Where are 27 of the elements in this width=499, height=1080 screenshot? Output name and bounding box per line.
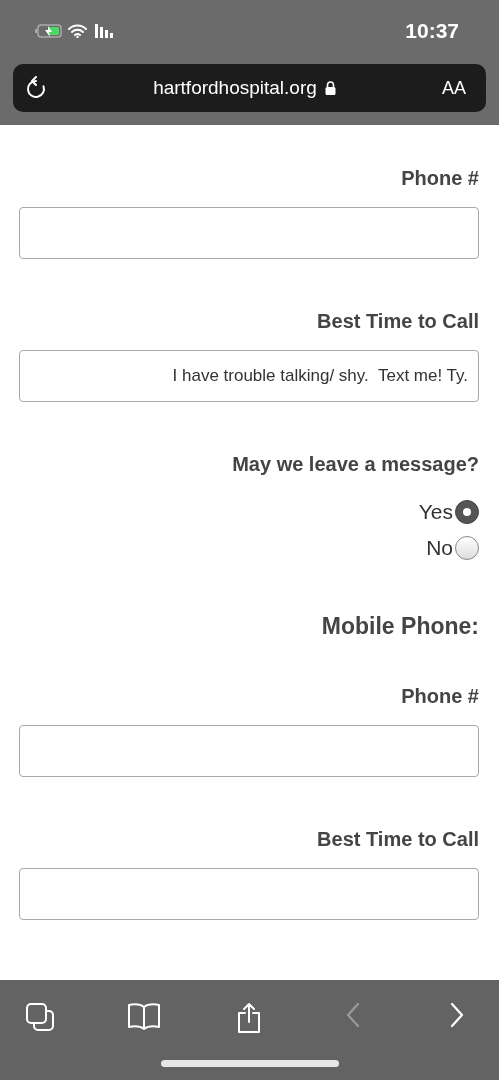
field-label: Best Time to Call (316, 310, 479, 333)
input-field[interactable]: I have trouble talking/ shy. Text me! Ty. (19, 350, 479, 402)
tabs-icon[interactable] (25, 1002, 55, 1032)
field-label: Best Time to Call (316, 828, 479, 851)
reload-icon[interactable] (25, 76, 47, 100)
radio-label: No (426, 536, 453, 560)
input-field[interactable] (19, 868, 479, 920)
field-label: Phone # (400, 685, 479, 708)
radio-label: Yes (418, 500, 453, 524)
field-label: Phone # (400, 167, 479, 190)
text-size-button[interactable]: AA (441, 77, 466, 99)
radio-button[interactable] (455, 536, 479, 560)
url-text: hartfordhospital.org (153, 77, 317, 99)
battery-icon (34, 24, 62, 38)
input-field[interactable] (19, 207, 479, 259)
chevron-right-icon[interactable] (450, 1002, 464, 1028)
book-icon[interactable] (127, 1002, 162, 1030)
section-heading: Mobile Phone: (320, 613, 479, 640)
lock-icon (324, 81, 336, 95)
input-field[interactable] (19, 725, 479, 777)
wifi-icon (68, 24, 87, 38)
field-label: May we leave a message? (231, 453, 479, 476)
clock-time: 10:37 (405, 19, 459, 43)
radio-button[interactable] (455, 500, 479, 524)
address-bar[interactable]: hartfordhospital.org AA (13, 64, 486, 112)
signal-icon (93, 24, 113, 38)
share-icon[interactable] (235, 1002, 262, 1034)
